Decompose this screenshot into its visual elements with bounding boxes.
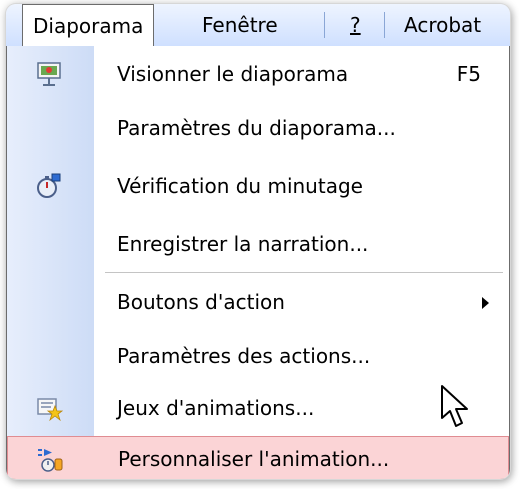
menu-item-label: Boutons d'action [117, 290, 285, 314]
menubar-separator [324, 12, 325, 38]
shortcut-label: F5 [456, 62, 481, 86]
menu-item-label: Enregistrer la narration... [117, 232, 369, 256]
menu-item-label: Vérification du minutage [117, 174, 363, 198]
menu-item-label: Paramètres des actions... [117, 344, 371, 368]
menubar-help-label: ? [350, 13, 361, 37]
menubar-fenetre-label: Fenêtre [202, 13, 278, 37]
menu-item-label: Paramètres du diaporama... [117, 116, 396, 140]
slideshow-screen-icon [37, 62, 61, 86]
menu-item-label: Visionner le diaporama [117, 62, 349, 86]
menubar-help[interactable]: ? [340, 4, 371, 46]
submenu-arrow-icon [482, 297, 489, 309]
menu-item-parametres-actions[interactable]: Paramètres des actions... [7, 334, 509, 378]
menu-item-label: Personnaliser l'animation... [118, 447, 390, 471]
menu-item-label: Jeux d'animations... [117, 396, 315, 420]
menubar-diaporama-label: Diaporama [33, 14, 144, 38]
menubar-diaporama[interactable]: Diaporama [22, 4, 155, 48]
menubar-separator [384, 12, 385, 38]
menu-separator [105, 272, 503, 273]
menubar-acrobat[interactable]: Acrobat [394, 4, 491, 46]
menu-bar: Diaporama Fenêtre ? Acrobat [6, 4, 510, 48]
menu-item-parametres-diaporama[interactable]: Paramètres du diaporama... [7, 106, 509, 150]
menubar-fenetre[interactable]: Fenêtre [192, 4, 288, 46]
mouse-cursor-icon [441, 385, 468, 427]
diaporama-dropdown-menu: Visionner le diaporama F5 Paramètres du … [6, 46, 510, 479]
menu-item-enregistrer-narration[interactable]: Enregistrer la narration... [7, 222, 509, 266]
menubar-acrobat-label: Acrobat [404, 13, 482, 37]
menu-item-visionner-diaporama[interactable]: Visionner le diaporama F5 [7, 52, 509, 96]
menu-window: Diaporama Fenêtre ? Acrobat Visionner le… [6, 4, 510, 479]
stopwatch-icon [37, 173, 61, 198]
custom-animation-icon [38, 449, 63, 472]
menu-item-personnaliser-animation[interactable]: Personnaliser l'animation... [7, 436, 509, 479]
menu-item-boutons-action[interactable]: Boutons d'action [7, 280, 509, 324]
menu-item-verification-minutage[interactable]: Vérification du minutage [7, 164, 509, 208]
menu-item-jeux-animations[interactable]: Jeux d'animations... [7, 386, 509, 430]
animation-schemes-icon [37, 398, 63, 422]
